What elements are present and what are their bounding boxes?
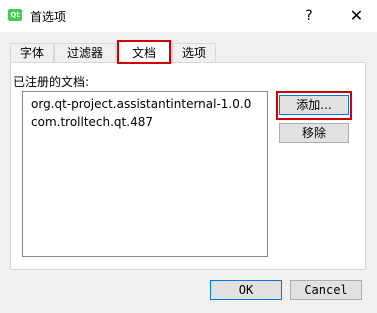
tab-filters[interactable]: 过滤器 (54, 43, 116, 62)
close-button[interactable]: ✕ (336, 0, 377, 32)
registered-docs-list[interactable]: org.qt-project.assistantinternal-1.0.0 c… (22, 91, 268, 257)
list-item[interactable]: org.qt-project.assistantinternal-1.0.0 (31, 95, 267, 113)
tab-options[interactable]: 选项 (172, 43, 216, 62)
tab-documentation[interactable]: 文档 (116, 41, 172, 63)
qt-app-icon: Qt (8, 9, 22, 21)
title-bar: Qt 首选项 ? ✕ (0, 0, 377, 32)
ok-button[interactable]: OK (210, 280, 282, 300)
registered-docs-label: 已注册的文档: (13, 75, 90, 89)
cancel-button[interactable]: Cancel (290, 280, 362, 300)
remove-button[interactable]: 移除 (279, 123, 349, 143)
help-button[interactable]: ? (290, 0, 328, 32)
list-item[interactable]: com.trolltech.qt.487 (31, 113, 267, 131)
window-title: 首选项 (30, 10, 67, 24)
tab-fonts[interactable]: 字体 (10, 43, 54, 62)
add-button[interactable]: 添加... (279, 95, 349, 115)
